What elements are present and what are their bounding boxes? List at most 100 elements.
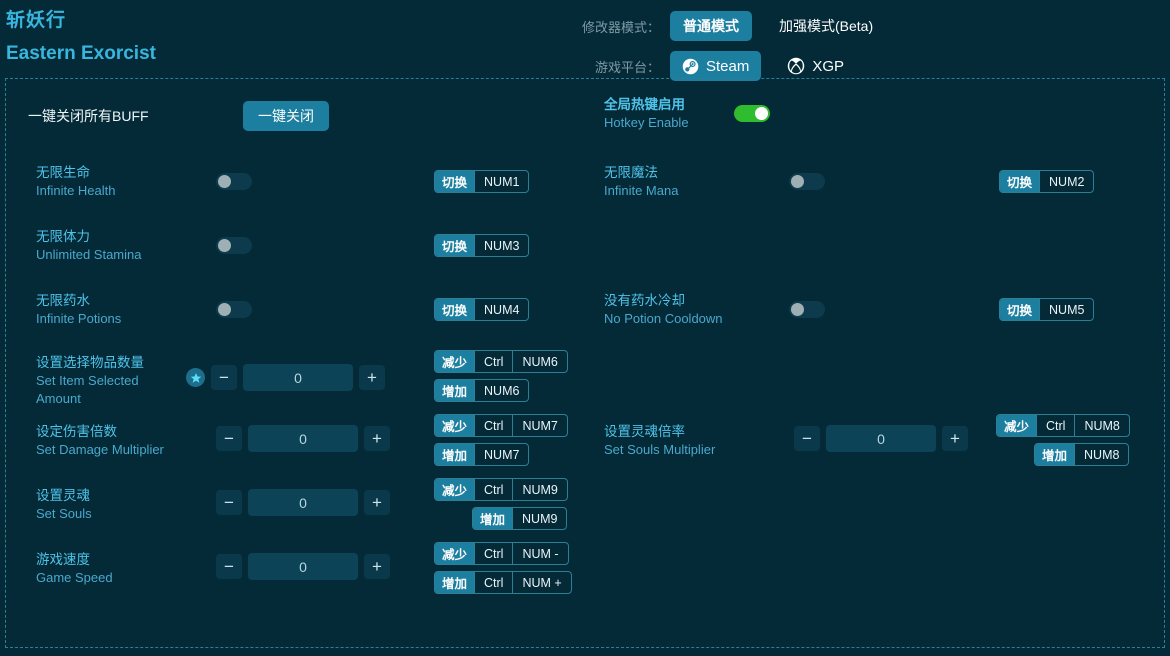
hotkey-toggle-num4[interactable]: 切换 NUM4: [434, 298, 529, 321]
toggle-hotkey-enable[interactable]: [734, 105, 770, 122]
label-en: Game Speed: [36, 569, 186, 587]
label-infinite-health: 无限生命 Infinite Health: [36, 163, 216, 200]
row-set-damage-multiplier: 设定伤害倍数 Set Damage Multiplier − 0 + 减少 Ct…: [36, 419, 566, 459]
hotkey-decrease-ctrl-num6[interactable]: 减少 Ctrl NUM6: [434, 350, 568, 373]
hotkeys-set-damage-multiplier: 减少 Ctrl NUM7 增加 NUM7: [434, 414, 568, 466]
platform-button-steam[interactable]: Steam: [670, 51, 761, 81]
hotkey-key: NUM3: [474, 235, 528, 256]
decrement-button[interactable]: −: [794, 426, 820, 451]
hotkey-increase-ctrl-numplus[interactable]: 增加 Ctrl NUM +: [434, 571, 572, 594]
hotkey-increase-num6[interactable]: 增加 NUM6: [434, 379, 529, 402]
toggle-no-potion-cooldown[interactable]: [789, 301, 825, 318]
hotkey-action: 增加: [435, 572, 474, 593]
platform-button-xgp[interactable]: XGP: [775, 51, 856, 81]
hotkey-key-modifier: Ctrl: [474, 415, 512, 436]
hotkey-key-modifier: Ctrl: [474, 351, 512, 372]
hotkey-toggle-num3[interactable]: 切换 NUM3: [434, 234, 529, 257]
hotkey-increase-num9[interactable]: 增加 NUM9: [472, 507, 567, 530]
hotkey-toggle-num5[interactable]: 切换 NUM5: [999, 298, 1094, 321]
hotkey-key: NUM5: [1039, 299, 1093, 320]
value-input-set-item-amount[interactable]: 0: [243, 364, 353, 391]
stepper-game-speed: − 0 +: [216, 553, 390, 580]
label-hotkey-enable: 全局热键启用 Hotkey Enable: [604, 95, 729, 132]
mode-button-normal[interactable]: 普通模式: [670, 11, 752, 41]
increment-button[interactable]: +: [359, 365, 385, 390]
hotkey-key: NUM6: [512, 351, 566, 372]
label-en: No Potion Cooldown: [604, 310, 789, 328]
increment-button[interactable]: +: [942, 426, 968, 451]
hotkey-action: 减少: [997, 415, 1036, 436]
row-no-potion-cooldown: 没有药水冷却 No Potion Cooldown 切换 NUM5: [604, 291, 1164, 328]
label-cn: 设定伤害倍数: [36, 422, 186, 441]
hotkey-toggle-num1[interactable]: 切换 NUM1: [434, 170, 529, 193]
hotkey-action: 减少: [435, 351, 474, 372]
decrement-button[interactable]: −: [216, 426, 242, 451]
cheats-panel: 一键关闭所有BUFF 一键关闭 无限生命 Infinite Health 切换 …: [5, 78, 1165, 648]
hotkeys-set-souls-multiplier: 减少 Ctrl NUM8 增加 NUM8: [996, 414, 1130, 466]
label-cn: 无限药水: [36, 291, 216, 310]
label-cn: 设置灵魂倍率: [604, 422, 764, 441]
hotkey-key: NUM7: [512, 415, 566, 436]
toggle-knob: [218, 175, 231, 188]
row-close-all-buffs: 一键关闭所有BUFF 一键关闭: [28, 101, 329, 131]
label-en: Unlimited Stamina: [36, 246, 216, 264]
hotkey-toggle-num2[interactable]: 切换 NUM2: [999, 170, 1094, 193]
hotkey-key-modifier: Ctrl: [1036, 415, 1074, 436]
close-all-buffs-button[interactable]: 一键关闭: [243, 101, 329, 131]
row-infinite-health: 无限生命 Infinite Health 切换 NUM1: [36, 163, 566, 200]
hotkey-key: NUM9: [512, 479, 566, 500]
decrement-button[interactable]: −: [216, 554, 242, 579]
label-infinite-mana: 无限魔法 Infinite Mana: [604, 163, 789, 200]
value-input-set-damage-multiplier[interactable]: 0: [248, 425, 358, 452]
increment-button[interactable]: +: [364, 490, 390, 515]
label-cn: 设置灵魂: [36, 486, 186, 505]
label-en: Infinite Health: [36, 182, 216, 200]
hotkey-decrease-ctrl-num9[interactable]: 减少 Ctrl NUM9: [434, 478, 568, 501]
mode-selector-label: 修改器模式：: [578, 17, 660, 36]
hotkey-key: NUM +: [512, 572, 570, 593]
value-input-set-souls[interactable]: 0: [248, 489, 358, 516]
hotkey-key: NUM7: [474, 444, 528, 465]
label-set-souls-multiplier: 设置灵魂倍率 Set Souls Multiplier: [604, 419, 764, 459]
label-cn: 全局热键启用: [604, 95, 729, 114]
row-set-souls: 设置灵魂 Set Souls − 0 + 减少 Ctrl NUM9 增加 NUM…: [36, 483, 566, 523]
value-input-game-speed[interactable]: 0: [248, 553, 358, 580]
row-infinite-mana: 无限魔法 Infinite Mana 切换 NUM2: [604, 163, 1164, 200]
toggle-knob: [791, 175, 804, 188]
toggle-unlimited-stamina[interactable]: [216, 237, 252, 254]
label-set-souls: 设置灵魂 Set Souls: [36, 483, 186, 523]
row-hotkey-enable: 全局热键启用 Hotkey Enable: [604, 95, 770, 132]
hotkey-key: NUM1: [474, 171, 528, 192]
label-game-speed: 游戏速度 Game Speed: [36, 547, 186, 587]
hotkey-decrease-ctrl-numminus[interactable]: 减少 Ctrl NUM -: [434, 542, 569, 565]
hotkey-decrease-ctrl-num7[interactable]: 减少 Ctrl NUM7: [434, 414, 568, 437]
hotkey-increase-num7[interactable]: 增加 NUM7: [434, 443, 529, 466]
label-set-item-amount: 设置选择物品数量 Set Item Selected Amount: [36, 343, 186, 408]
app-title: 斩妖行 Eastern Exorcist: [6, 8, 156, 67]
hotkey-action: 减少: [435, 543, 474, 564]
toggle-infinite-health[interactable]: [216, 173, 252, 190]
label-en: Hotkey Enable: [604, 114, 729, 132]
hotkey-key: NUM -: [512, 543, 567, 564]
increment-button[interactable]: +: [364, 426, 390, 451]
hotkey-action: 增加: [473, 508, 512, 529]
hotkey-increase-num8[interactable]: 增加 NUM8: [1034, 443, 1129, 466]
hotkeys-set-souls: 减少 Ctrl NUM9 增加 NUM9: [434, 478, 568, 530]
hotkey-decrease-ctrl-num8[interactable]: 减少 Ctrl NUM8: [996, 414, 1130, 437]
row-unlimited-stamina: 无限体力 Unlimited Stamina 切换 NUM3: [36, 227, 566, 264]
toggle-infinite-mana[interactable]: [789, 173, 825, 190]
hotkeys-no-potion-cooldown: 切换 NUM5: [999, 298, 1094, 321]
steam-icon: [682, 58, 699, 75]
star-icon[interactable]: [186, 368, 205, 387]
toggle-infinite-potions[interactable]: [216, 301, 252, 318]
hotkeys-infinite-mana: 切换 NUM2: [999, 170, 1094, 193]
increment-button[interactable]: +: [364, 554, 390, 579]
value-input-set-souls-multiplier[interactable]: 0: [826, 425, 936, 452]
label-en: Set Souls: [36, 505, 186, 523]
row-set-item-amount: 设置选择物品数量 Set Item Selected Amount − 0 + …: [36, 343, 566, 408]
decrement-button[interactable]: −: [216, 490, 242, 515]
decrement-button[interactable]: −: [211, 365, 237, 390]
hotkey-key: NUM4: [474, 299, 528, 320]
label-cn: 没有药水冷却: [604, 291, 789, 310]
mode-button-enhanced[interactable]: 加强模式(Beta): [766, 11, 886, 41]
